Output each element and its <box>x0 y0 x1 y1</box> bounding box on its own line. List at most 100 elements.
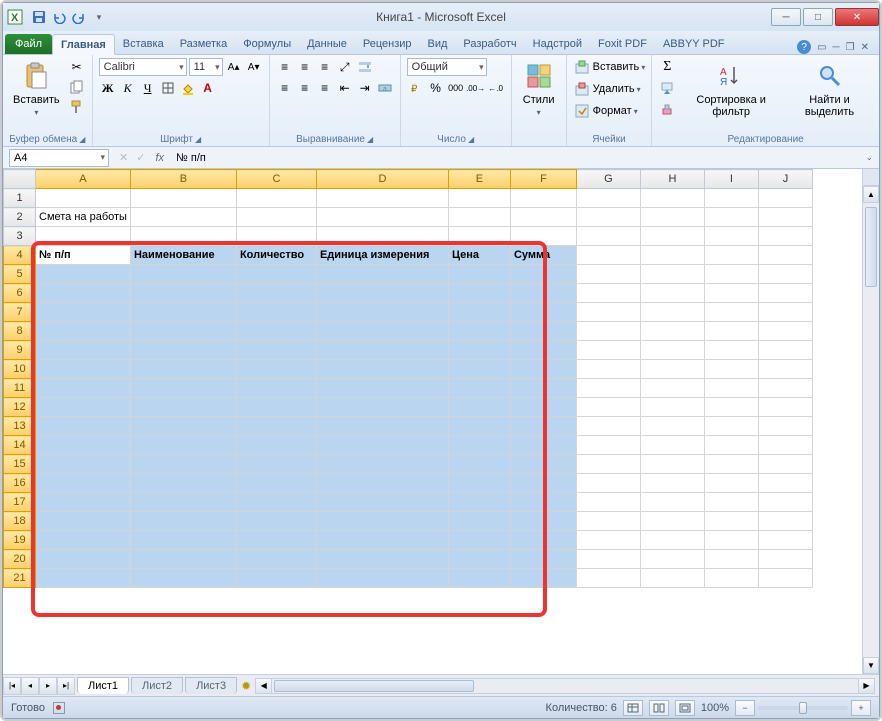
row-header-15[interactable]: 15 <box>4 455 36 474</box>
cell-I3[interactable] <box>704 227 758 246</box>
align-top-icon[interactable]: ≡ <box>276 58 294 76</box>
expand-formula-bar-icon[interactable]: ⌄ <box>859 152 879 163</box>
cell-H7[interactable] <box>640 303 704 322</box>
cell-F18[interactable] <box>510 512 576 531</box>
font-name-combo[interactable]: Calibri <box>99 58 187 76</box>
cell-A7[interactable] <box>36 303 131 322</box>
cell-F11[interactable] <box>510 379 576 398</box>
cell-J2[interactable] <box>758 208 812 227</box>
cell-B5[interactable] <box>130 265 236 284</box>
cell-D3[interactable] <box>316 227 448 246</box>
cell-B9[interactable] <box>130 341 236 360</box>
cell-G17[interactable] <box>576 493 640 512</box>
cell-G19[interactable] <box>576 531 640 550</box>
tab-foxit pdf[interactable]: Foxit PDF <box>590 34 655 54</box>
cell-E10[interactable] <box>448 360 510 379</box>
cell-D16[interactable] <box>316 474 448 493</box>
format-cells-button[interactable]: Формат▾ <box>573 102 638 120</box>
cell-C14[interactable] <box>236 436 316 455</box>
cell-A21[interactable] <box>36 569 131 588</box>
worksheet-grid[interactable]: ABCDEFGHIJ12Смета на работы34№ п/пНаимен… <box>3 169 862 674</box>
cell-C1[interactable] <box>236 189 316 208</box>
cell-G21[interactable] <box>576 569 640 588</box>
cell-H10[interactable] <box>640 360 704 379</box>
cell-B11[interactable] <box>130 379 236 398</box>
cell-E21[interactable] <box>448 569 510 588</box>
cell-H19[interactable] <box>640 531 704 550</box>
cell-E4[interactable]: Цена <box>448 246 510 265</box>
cell-E17[interactable] <box>448 493 510 512</box>
cell-H12[interactable] <box>640 398 704 417</box>
increase-decimal-icon[interactable]: .00→ <box>467 79 485 97</box>
close-button[interactable]: ✕ <box>835 8 879 26</box>
cell-G16[interactable] <box>576 474 640 493</box>
cell-B17[interactable] <box>130 493 236 512</box>
cell-A20[interactable] <box>36 550 131 569</box>
cell-A16[interactable] <box>36 474 131 493</box>
cell-H6[interactable] <box>640 284 704 303</box>
cell-I7[interactable] <box>704 303 758 322</box>
cell-I20[interactable] <box>704 550 758 569</box>
clear-icon[interactable] <box>658 100 676 118</box>
hscroll-thumb[interactable] <box>274 680 474 692</box>
cell-F16[interactable] <box>510 474 576 493</box>
help-icon[interactable]: ? <box>797 40 811 54</box>
cell-G20[interactable] <box>576 550 640 569</box>
cell-I11[interactable] <box>704 379 758 398</box>
row-header-3[interactable]: 3 <box>4 227 36 246</box>
cell-D5[interactable] <box>316 265 448 284</box>
cell-I19[interactable] <box>704 531 758 550</box>
cell-I1[interactable] <box>704 189 758 208</box>
cell-H16[interactable] <box>640 474 704 493</box>
mdi-min-icon[interactable]: ─ <box>833 42 840 53</box>
cell-G14[interactable] <box>576 436 640 455</box>
cell-D10[interactable] <box>316 360 448 379</box>
col-header-J[interactable]: J <box>758 170 812 189</box>
cell-C20[interactable] <box>236 550 316 569</box>
cell-J13[interactable] <box>758 417 812 436</box>
select-all-corner[interactable] <box>4 170 36 189</box>
cell-A10[interactable] <box>36 360 131 379</box>
cell-I14[interactable] <box>704 436 758 455</box>
cell-B10[interactable] <box>130 360 236 379</box>
cell-J11[interactable] <box>758 379 812 398</box>
cell-A19[interactable] <box>36 531 131 550</box>
cell-F4[interactable]: Сумма <box>510 246 576 265</box>
qat-save-icon[interactable] <box>31 9 47 25</box>
cell-D8[interactable] <box>316 322 448 341</box>
cell-B6[interactable] <box>130 284 236 303</box>
cell-H20[interactable] <box>640 550 704 569</box>
font-color-icon[interactable]: A <box>199 79 217 97</box>
cell-H21[interactable] <box>640 569 704 588</box>
cell-A15[interactable] <box>36 455 131 474</box>
cell-H18[interactable] <box>640 512 704 531</box>
split-handle-v[interactable] <box>863 169 879 186</box>
cell-B8[interactable] <box>130 322 236 341</box>
cell-E5[interactable] <box>448 265 510 284</box>
zoom-handle[interactable] <box>799 702 807 714</box>
cell-C2[interactable] <box>236 208 316 227</box>
fx-icon[interactable]: fx <box>149 152 170 164</box>
cell-A9[interactable] <box>36 341 131 360</box>
col-header-I[interactable]: I <box>704 170 758 189</box>
mdi-close-icon[interactable]: ✕ <box>861 42 869 53</box>
cell-H9[interactable] <box>640 341 704 360</box>
italic-button[interactable]: К <box>119 79 137 97</box>
grow-font-icon[interactable]: A▴ <box>225 58 243 76</box>
tab-данные[interactable]: Данные <box>299 34 355 54</box>
cell-H15[interactable] <box>640 455 704 474</box>
cell-G5[interactable] <box>576 265 640 284</box>
autosum-icon[interactable]: Σ <box>658 58 676 76</box>
cell-E14[interactable] <box>448 436 510 455</box>
view-pagebreak-icon[interactable] <box>675 700 695 716</box>
wrap-text-icon[interactable] <box>356 58 374 76</box>
cell-J8[interactable] <box>758 322 812 341</box>
cell-H3[interactable] <box>640 227 704 246</box>
cell-E11[interactable] <box>448 379 510 398</box>
cell-D6[interactable] <box>316 284 448 303</box>
new-sheet-icon[interactable]: ✹ <box>241 679 251 693</box>
fill-icon[interactable] <box>658 79 676 97</box>
cell-I4[interactable] <box>704 246 758 265</box>
cell-G13[interactable] <box>576 417 640 436</box>
enter-formula-icon[interactable]: ✓ <box>132 151 149 164</box>
